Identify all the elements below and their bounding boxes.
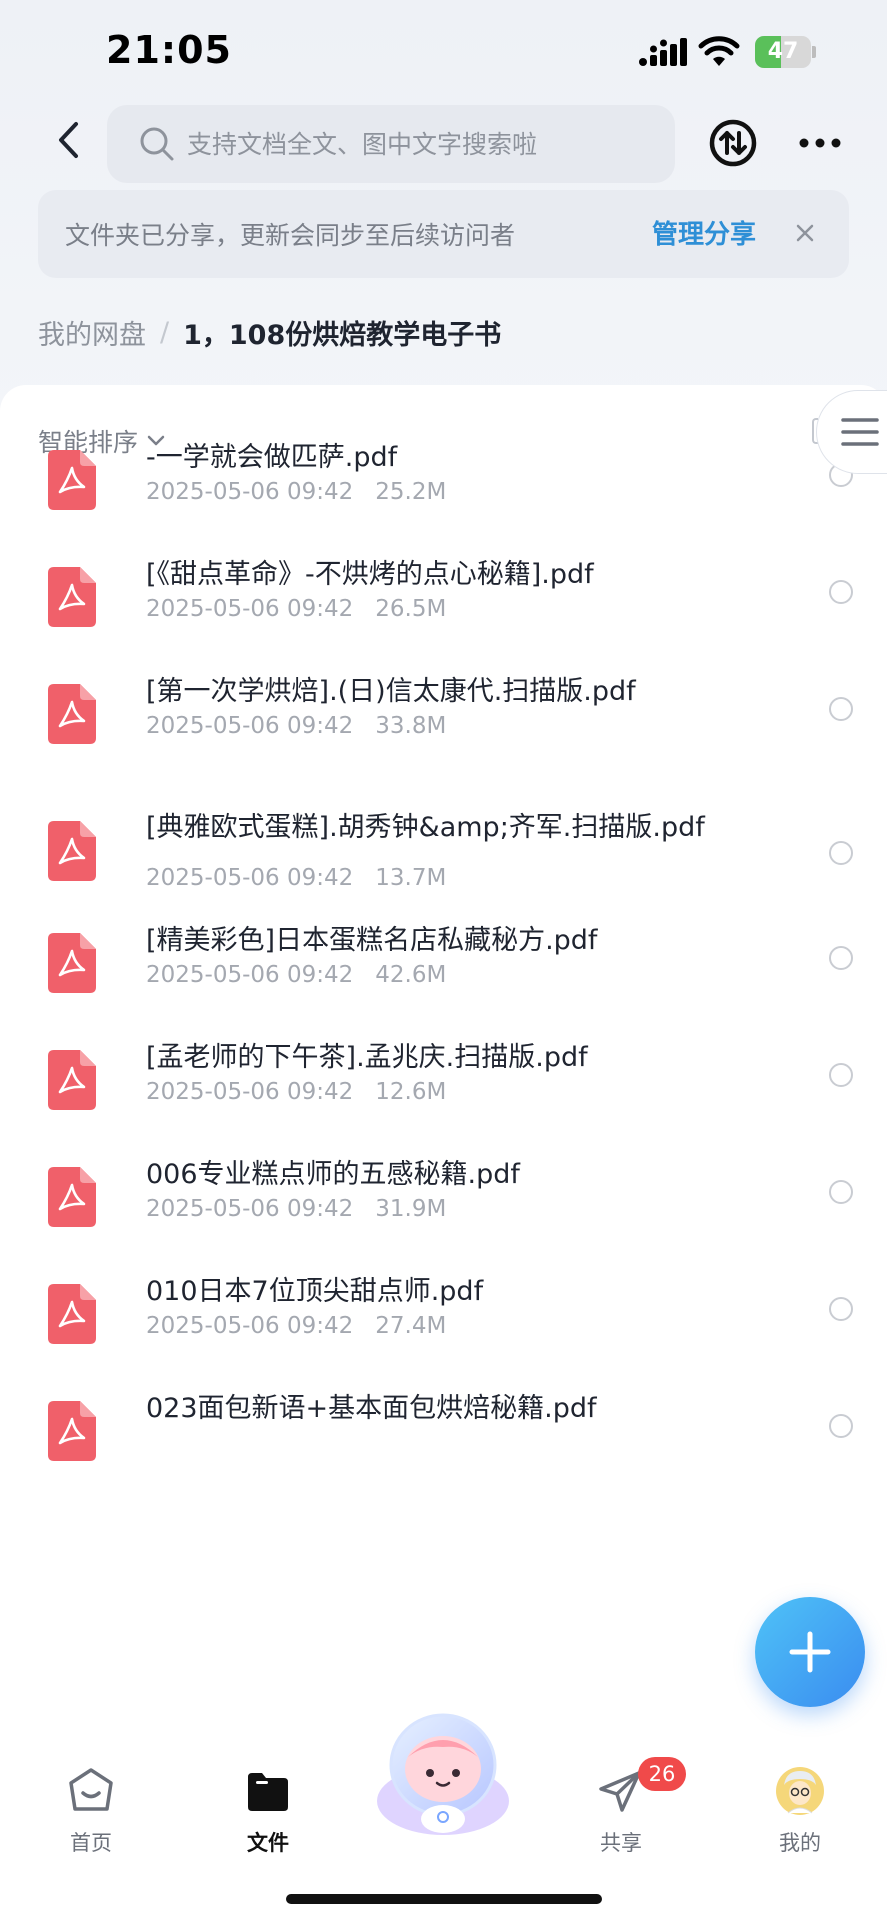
file-name: [精美彩色]日本蛋糕名店私藏秘方.pdf [146, 925, 598, 956]
back-button[interactable] [48, 115, 88, 165]
file-list-item[interactable]: 023面包新语+基本面包烘焙秘籍.pdf [0, 1376, 887, 1496]
home-icon [69, 1768, 113, 1811]
select-checkbox[interactable] [829, 1297, 853, 1321]
more-options-button[interactable] [795, 124, 845, 162]
assistant-mascot-icon[interactable] [368, 1693, 518, 1843]
status-time: 21:05 [106, 28, 232, 72]
nav-me-label: 我的 [779, 1831, 821, 1855]
share-notice-text: 文件夹已分享，更新会同步至后续访问者 [65, 221, 516, 250]
file-date: 2025-05-06 09:42 [146, 713, 354, 739]
search-bar[interactable] [107, 105, 675, 183]
file-meta: 2025-05-06 09:42 25.2M [146, 479, 446, 505]
file-date: 2025-05-06 09:42 [146, 1196, 354, 1222]
file-size: 25.2M [375, 479, 447, 505]
pdf-file-icon [48, 450, 96, 510]
pdf-file-icon [48, 821, 96, 881]
status-bar: 21:05 47 [0, 0, 887, 100]
nav-files-label: 文件 [247, 1831, 289, 1855]
nav-share-label: 共享 [600, 1831, 642, 1855]
select-checkbox[interactable] [829, 1414, 853, 1438]
select-checkbox[interactable] [829, 697, 853, 721]
file-size: 13.7M [375, 865, 447, 891]
file-name: 010日本7位顶尖甜点师.pdf [146, 1276, 484, 1307]
file-date: 2025-05-06 09:42 [146, 596, 354, 622]
file-meta [146, 1430, 168, 1456]
file-list-item[interactable]: [第一次学烘焙].(日)信太康代.扫描版.pdf 2025-05-06 09:42… [0, 659, 887, 779]
file-list-item[interactable]: [《甜点革命》-不烘烤的点心秘籍].pdf 2025-05-06 09:42 26.… [0, 542, 887, 662]
nav-files[interactable]: 文件 [213, 1765, 323, 1857]
add-button[interactable] [755, 1597, 865, 1707]
search-icon [140, 127, 174, 161]
file-meta: 2025-05-06 09:42 26.5M [146, 596, 446, 622]
file-size: 26.5M [375, 596, 447, 622]
pdf-file-icon [48, 1284, 96, 1344]
pdf-file-icon [48, 1401, 96, 1461]
file-meta: 2025-05-06 09:42 27.4M [146, 1313, 446, 1339]
file-date: 2025-05-06 09:42 [146, 865, 354, 891]
more-dots-icon [799, 138, 841, 148]
breadcrumb-separator: / [160, 317, 170, 348]
pdf-file-icon [48, 684, 96, 744]
pdf-file-icon [48, 1050, 96, 1110]
home-indicator [286, 1894, 602, 1904]
file-meta: 2025-05-06 09:42 31.9M [146, 1196, 446, 1222]
file-list-item[interactable]: 010日本7位顶尖甜点师.pdf 2025-05-06 09:42 27.4M [0, 1259, 887, 1379]
select-checkbox[interactable] [829, 1180, 853, 1204]
file-size: 33.8M [375, 713, 447, 739]
wifi-icon [698, 36, 740, 66]
file-list-item[interactable]: [典雅欧式蛋糕].胡秀钟&amp;齐军.扫描版.pdf 2025-05-06 09… [0, 791, 887, 911]
search-input[interactable] [187, 129, 657, 159]
pdf-file-icon [48, 567, 96, 627]
select-checkbox[interactable] [829, 841, 853, 865]
file-date: 2025-05-06 09:42 [146, 1079, 354, 1105]
file-list-item[interactable]: -一学就会做匹萨.pdf 2025-05-06 09:42 25.2M [0, 425, 887, 545]
file-list-item[interactable]: [精美彩色]日本蛋糕名店私藏秘方.pdf 2025-05-06 09:42 42.6… [0, 908, 887, 1028]
breadcrumb-root[interactable]: 我的网盘 [38, 313, 146, 352]
chevron-left-icon [59, 122, 78, 158]
file-meta: 2025-05-06 09:42 33.8M [146, 713, 446, 739]
share-notice-banner: 文件夹已分享，更新会同步至后续访问者 管理分享 [38, 190, 849, 278]
plus-icon [789, 1631, 831, 1673]
menu-lines-icon [841, 418, 879, 446]
pdf-file-icon [48, 933, 96, 993]
select-checkbox[interactable] [829, 946, 853, 970]
breadcrumb-current: 1，108份烘焙教学电子书 [183, 320, 502, 351]
battery-indicator: 47 [755, 36, 817, 68]
file-name: 006专业糕点师的五感秘籍.pdf [146, 1159, 520, 1190]
nav-home-label: 首页 [70, 1831, 112, 1855]
file-name: [典雅欧式蛋糕].胡秀钟&amp;齐军.扫描版.pdf [146, 812, 705, 843]
file-size: 27.4M [375, 1313, 447, 1339]
manage-share-link[interactable]: 管理分享 [652, 214, 756, 251]
file-list-item[interactable]: [孟老师的下午茶].孟兆庆.扫描版.pdf 2025-05-06 09:42 12.… [0, 1025, 887, 1145]
file-list-panel: 智能排序 -一学就会做匹萨.pdf 2025-05-06 09:42 25.2M [《… [0, 385, 887, 1920]
file-size: 42.6M [375, 962, 447, 988]
close-icon[interactable] [790, 218, 820, 248]
folder-icon [248, 1773, 288, 1811]
file-name: -一学就会做匹萨.pdf [146, 442, 398, 473]
pdf-file-icon [48, 1167, 96, 1227]
nav-home[interactable]: 首页 [36, 1765, 146, 1857]
cellular-signal-icon [639, 38, 687, 66]
file-date: 2025-05-06 09:42 [146, 1313, 354, 1339]
file-name: [孟老师的下午茶].孟兆庆.扫描版.pdf [146, 1042, 588, 1073]
file-name: [第一次学烘焙].(日)信太康代.扫描版.pdf [146, 676, 636, 707]
breadcrumb: 我的网盘 / 1，108份烘焙教学电子书 [38, 313, 501, 352]
file-size: 31.9M [375, 1196, 447, 1222]
file-size: 12.6M [375, 1079, 447, 1105]
file-date: 2025-05-06 09:42 [146, 479, 354, 505]
nav-me[interactable]: 我的 [745, 1765, 855, 1857]
file-meta: 2025-05-06 09:42 42.6M [146, 962, 446, 988]
select-checkbox[interactable] [829, 1063, 853, 1087]
avatar [776, 1767, 824, 1815]
transfer-list-icon[interactable] [708, 118, 758, 168]
battery-percentage: 47 [767, 39, 799, 64]
file-date: 2025-05-06 09:42 [146, 962, 354, 988]
file-name: 023面包新语+基本面包烘焙秘籍.pdf [146, 1393, 597, 1424]
file-name: [《甜点革命》-不烘烤的点心秘籍].pdf [146, 559, 594, 590]
select-checkbox[interactable] [829, 580, 853, 604]
share-notification-badge: 26 [638, 1757, 686, 1791]
file-meta: 2025-05-06 09:42 12.6M [146, 1079, 446, 1105]
file-meta: 2025-05-06 09:42 13.7M [146, 865, 446, 891]
file-list-item[interactable]: 006专业糕点师的五感秘籍.pdf 2025-05-06 09:42 31.9M [0, 1142, 887, 1262]
